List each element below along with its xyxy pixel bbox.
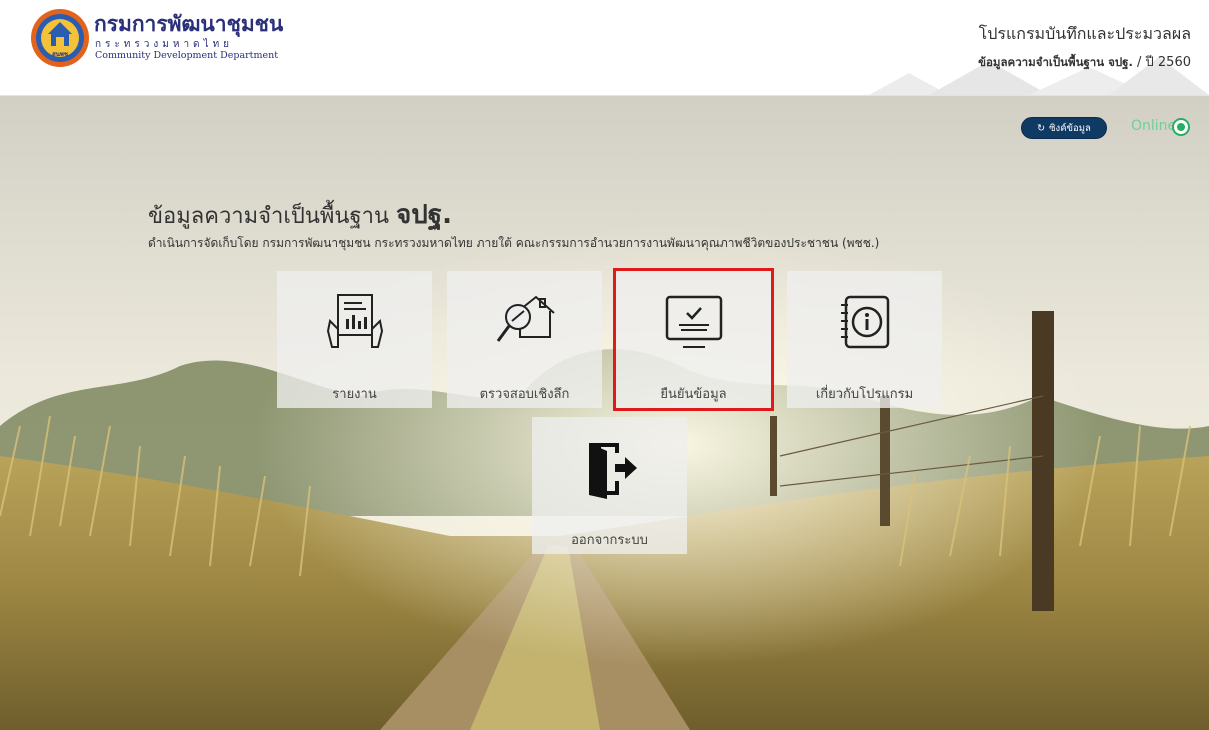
hero-section: ↻ ซิงค์ข้อมูล Online ข้อมูลความจำเป็นพื้…	[0, 96, 1209, 730]
tile-about-program[interactable]: เกี่ยวกับโปรแกรม	[787, 271, 942, 408]
logout-icon	[589, 443, 637, 499]
refresh-icon: ↻	[1037, 122, 1046, 134]
page-title-prefix: ข้อมูลความจำเป็นพื้นฐาน	[148, 204, 396, 229]
department-logo: สนพช	[31, 9, 89, 67]
program-subtitle: ข้อมูลความจำเป็นพื้นฐาน จปฐ. / ปี 2560	[978, 51, 1191, 72]
page-title: ข้อมูลความจำเป็นพื้นฐาน จปฐ.	[148, 194, 452, 235]
sync-data-label: ซิงค์ข้อมูล	[1049, 122, 1091, 134]
tile-report[interactable]: รายงาน	[277, 271, 432, 408]
online-status-icon	[1172, 118, 1190, 136]
confirm-data-icon	[665, 295, 723, 348]
app-header: สนพช กรมการพัฒนาชุมชน กระทรวงมหาดไทย Com…	[0, 0, 1209, 96]
program-dataset: ข้อมูลความจำเป็นพื้นฐาน จปฐ.	[978, 55, 1133, 69]
house-inspect-icon	[496, 295, 555, 342]
tile-deep-inspection[interactable]: ตรวจสอบเชิงลึก	[447, 271, 602, 408]
tile-deep-inspection-label: ตรวจสอบเชิงลึก	[479, 387, 570, 402]
field-path-background	[0, 96, 1209, 730]
program-name: โปรแกรมบันทึกและประมวลผล	[978, 24, 1191, 43]
tile-confirm-data[interactable]: ยืนยันข้อมูล	[613, 268, 774, 411]
online-status-label: Online	[1131, 118, 1177, 134]
tile-logout[interactable]: ออกจากระบบ	[532, 417, 687, 554]
tile-confirm-data-label: ยืนยันข้อมูล	[660, 387, 727, 402]
page-title-bold: จปฐ.	[396, 200, 452, 230]
report-icon	[326, 294, 384, 348]
tile-report-label: รายงาน	[332, 387, 377, 402]
logo-lettering: สนพช	[52, 51, 68, 58]
page-subtitle: ดำเนินการจัดเก็บโดย กรมการพัฒนาชุมชน กระ…	[148, 236, 880, 250]
tile-about-program-label: เกี่ยวกับโปรแกรม	[815, 387, 914, 402]
tile-logout-label: ออกจากระบบ	[571, 533, 648, 548]
org-name-english: Community Development Department	[95, 50, 279, 61]
info-icon	[841, 295, 890, 349]
sync-data-button[interactable]: ↻ ซิงค์ข้อมูล	[1021, 117, 1107, 139]
program-year: / ปี 2560	[1132, 55, 1191, 70]
